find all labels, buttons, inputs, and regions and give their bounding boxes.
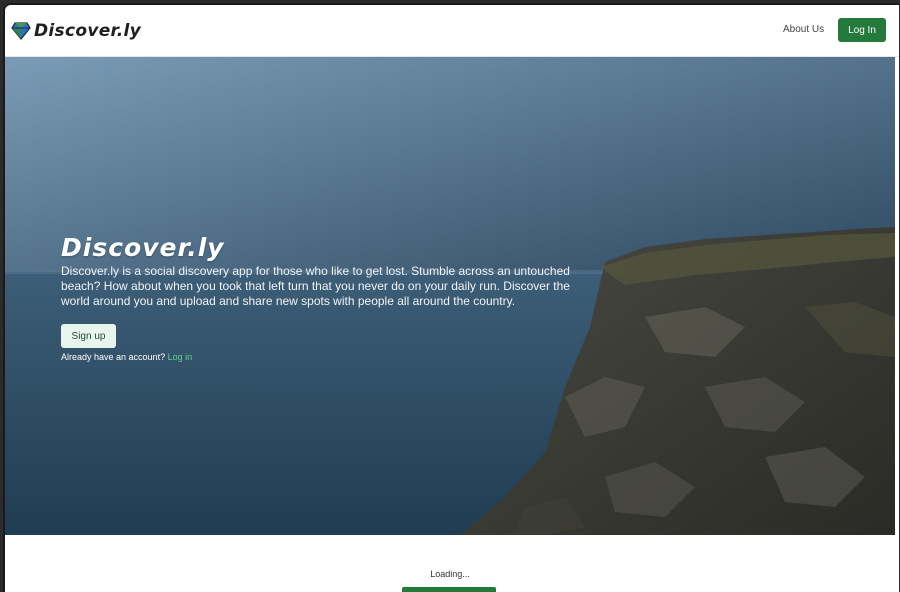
bottom-action-button[interactable]	[402, 587, 496, 592]
navbar: Discover.ly About Us Log In	[5, 5, 899, 57]
globe-pin-icon	[11, 22, 31, 40]
hero-section: Discover.ly Discover.ly is a social disc…	[5, 57, 895, 535]
brand-link[interactable]: Discover.ly	[11, 21, 141, 41]
hero-title: Discover.ly	[61, 233, 225, 262]
already-account-text: Already have an account?	[61, 352, 166, 362]
about-us-link[interactable]: About Us	[783, 24, 824, 35]
sign-up-button[interactable]: Sign up	[61, 324, 116, 348]
hero-description: Discover.ly is a social discovery app fo…	[61, 264, 570, 308]
loading-text: Loading...	[430, 569, 470, 579]
brand-name: Discover.ly	[34, 21, 142, 41]
browser-window: Discover.ly About Us Log In Discover.ly …	[3, 3, 899, 592]
login-button[interactable]: Log In	[838, 18, 886, 42]
hero-content: Discover.ly Discover.ly is a social disc…	[61, 233, 581, 362]
below-fold-section: Loading...	[5, 535, 899, 592]
hero-login-link[interactable]: Log in	[168, 352, 193, 362]
already-have-account: Already have an account? Log in	[61, 352, 581, 362]
